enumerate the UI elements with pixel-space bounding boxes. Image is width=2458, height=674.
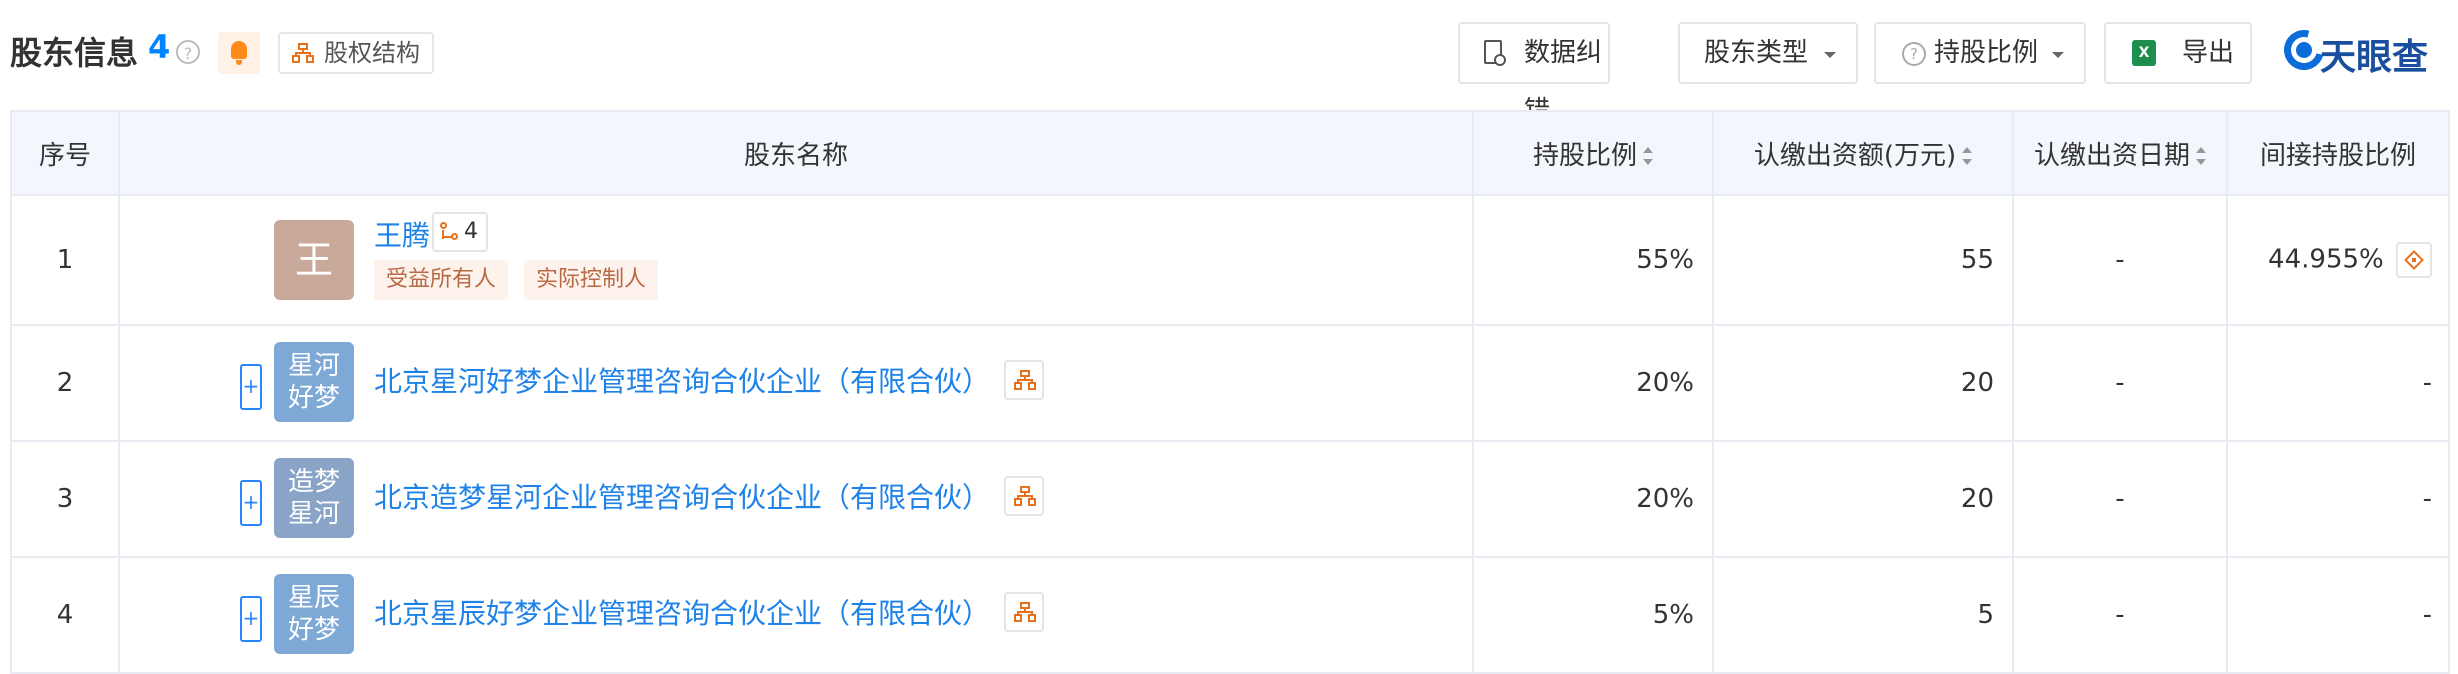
equity-structure-button[interactable]: 股权结构 bbox=[278, 32, 434, 74]
indirect-ratio: - bbox=[2226, 324, 2450, 442]
holding-ratio: 20% bbox=[1472, 440, 1714, 558]
subscribed-date: - bbox=[2012, 194, 2228, 326]
subscribed-amount: 55 bbox=[1712, 194, 2014, 326]
equity-structure-button[interactable] bbox=[1004, 592, 1044, 632]
row-index: 3 bbox=[10, 440, 120, 558]
relation-count: 4 bbox=[464, 219, 478, 244]
relation-graph-icon bbox=[440, 222, 458, 240]
equity-structure-icon bbox=[292, 43, 314, 63]
export-button[interactable]: X 导出 bbox=[2104, 22, 2252, 84]
col-header-date-label: 认缴出资日期 bbox=[2033, 140, 2190, 171]
subscribed-date: - bbox=[2012, 556, 2228, 674]
subscribed-amount: 5 bbox=[1712, 556, 2014, 674]
holding-ratio: 5% bbox=[1472, 556, 1714, 674]
indirect-ratio: - bbox=[2226, 556, 2450, 674]
col-header-date[interactable]: 认缴出资日期 bbox=[2012, 110, 2228, 196]
help-icon: ? bbox=[1902, 42, 1926, 66]
bell-icon[interactable] bbox=[218, 32, 260, 74]
expand-button[interactable]: + bbox=[240, 480, 262, 526]
col-header-amount-label: 认缴出资额(万元) bbox=[1753, 140, 1957, 171]
sort-icon[interactable] bbox=[1962, 147, 1973, 165]
col-header-ratio[interactable]: 持股比例 bbox=[1472, 110, 1714, 196]
table-row: 1 王 王腾 4 受益所有人 实际控制人 55% 55 - 44.955% bbox=[10, 194, 2450, 326]
sort-icon[interactable] bbox=[1643, 147, 1653, 165]
excel-icon: X bbox=[2132, 40, 2156, 66]
avatar: 造梦 星河 bbox=[274, 458, 354, 538]
col-header-amount[interactable]: 认缴出资额(万元) bbox=[1712, 110, 2014, 196]
indirect-ratio: 44.955% bbox=[2268, 244, 2384, 275]
equity-structure-label: 股权结构 bbox=[324, 39, 420, 67]
equity-structure-icon bbox=[1014, 486, 1036, 506]
search-icon bbox=[1494, 54, 1506, 66]
shareholder-link[interactable]: 北京造梦星河企业管理咨询合伙企业（有限合伙） bbox=[374, 476, 990, 516]
shareholder-link[interactable]: 王腾 bbox=[374, 214, 430, 254]
subscribed-date: - bbox=[2012, 324, 2228, 442]
avatar: 王 bbox=[274, 220, 354, 300]
row-index: 4 bbox=[10, 556, 120, 674]
table-row: 2 + 星河 好梦 北京星河好梦企业管理咨询合伙企业（有限合伙） 20% 20 -… bbox=[10, 324, 2450, 442]
table-row: 3 + 造梦 星河 北京造梦星河企业管理咨询合伙企业（有限合伙） 20% 20 -… bbox=[10, 440, 2450, 558]
col-header-index: 序号 bbox=[10, 110, 120, 196]
section-title: 股东信息 bbox=[10, 34, 139, 72]
equity-structure-button[interactable] bbox=[1004, 476, 1044, 516]
shareholder-table: 序号 股东名称 持股比例 认缴出资额(万元) 认缴出资日期 间接持股比例 1 王… bbox=[10, 110, 2450, 674]
equity-structure-icon bbox=[1014, 370, 1036, 390]
indirect-ratio: - bbox=[2226, 440, 2450, 558]
section-header: 股东信息 4 ? 股权结构 数据纠错 股东类型 ? 持股比例 X 导出 天眼查 bbox=[0, 0, 2458, 126]
tag-actual-controller: 实际控制人 bbox=[524, 260, 659, 300]
subscribed-date: - bbox=[2012, 440, 2228, 558]
sort-icon[interactable] bbox=[2196, 147, 2206, 165]
table-header-row: 序号 股东名称 持股比例 认缴出资额(万元) 认缴出资日期 间接持股比例 bbox=[10, 110, 2450, 196]
shareholder-cell: + 星河 好梦 北京星河好梦企业管理咨询合伙企业（有限合伙） bbox=[118, 324, 1474, 442]
penetration-icon[interactable] bbox=[2396, 242, 2432, 278]
col-header-name: 股东名称 bbox=[118, 110, 1474, 196]
holding-ratio: 55% bbox=[1472, 194, 1714, 326]
row-index: 1 bbox=[10, 194, 120, 326]
shareholder-link[interactable]: 北京星河好梦企业管理咨询合伙企业（有限合伙） bbox=[374, 360, 990, 400]
equity-structure-icon bbox=[1014, 602, 1036, 622]
subscribed-amount: 20 bbox=[1712, 324, 2014, 442]
data-correction-button[interactable]: 数据纠错 bbox=[1458, 22, 1610, 126]
shareholder-type-dropdown[interactable]: 股东类型 bbox=[1678, 22, 1858, 84]
shareholder-type-label: 股东类型 bbox=[1704, 38, 1809, 68]
subscribed-amount: 20 bbox=[1712, 440, 2014, 558]
shareholder-link[interactable]: 北京星辰好梦企业管理咨询合伙企业（有限合伙） bbox=[374, 592, 990, 632]
shareholder-cell: 王 王腾 4 受益所有人 实际控制人 bbox=[118, 194, 1474, 326]
holding-ratio-label: 持股比例 bbox=[1934, 38, 2039, 68]
shareholder-cell: + 造梦 星河 北京造梦星河企业管理咨询合伙企业（有限合伙） bbox=[118, 440, 1474, 558]
avatar: 星辰 好梦 bbox=[274, 574, 354, 654]
col-header-indirect: 间接持股比例 bbox=[2226, 110, 2450, 196]
holding-ratio-dropdown[interactable]: ? 持股比例 bbox=[1874, 22, 2086, 84]
equity-structure-button[interactable] bbox=[1004, 360, 1044, 400]
caret-down-icon bbox=[2052, 52, 2064, 58]
help-icon[interactable]: ? bbox=[176, 40, 200, 64]
table-row: 4 + 星辰 好梦 北京星辰好梦企业管理咨询合伙企业（有限合伙） 5% 5 - - bbox=[10, 556, 2450, 674]
expand-button[interactable]: + bbox=[240, 596, 262, 642]
tag-beneficial-owner: 受益所有人 bbox=[374, 260, 509, 300]
export-label: 导出 bbox=[2182, 38, 2235, 68]
caret-down-icon bbox=[1824, 52, 1836, 58]
row-index: 2 bbox=[10, 324, 120, 442]
logo-text: 天眼查 bbox=[2320, 37, 2429, 78]
indirect-ratio-cell: 44.955% bbox=[2226, 194, 2450, 326]
holding-ratio: 20% bbox=[1472, 324, 1714, 442]
shareholder-count: 4 bbox=[148, 28, 171, 66]
shareholder-cell: + 星辰 好梦 北京星辰好梦企业管理咨询合伙企业（有限合伙） bbox=[118, 556, 1474, 674]
expand-button[interactable]: + bbox=[240, 364, 262, 410]
relation-count-badge[interactable]: 4 bbox=[432, 212, 488, 252]
col-header-ratio-label: 持股比例 bbox=[1532, 140, 1637, 171]
avatar: 星河 好梦 bbox=[274, 342, 354, 422]
